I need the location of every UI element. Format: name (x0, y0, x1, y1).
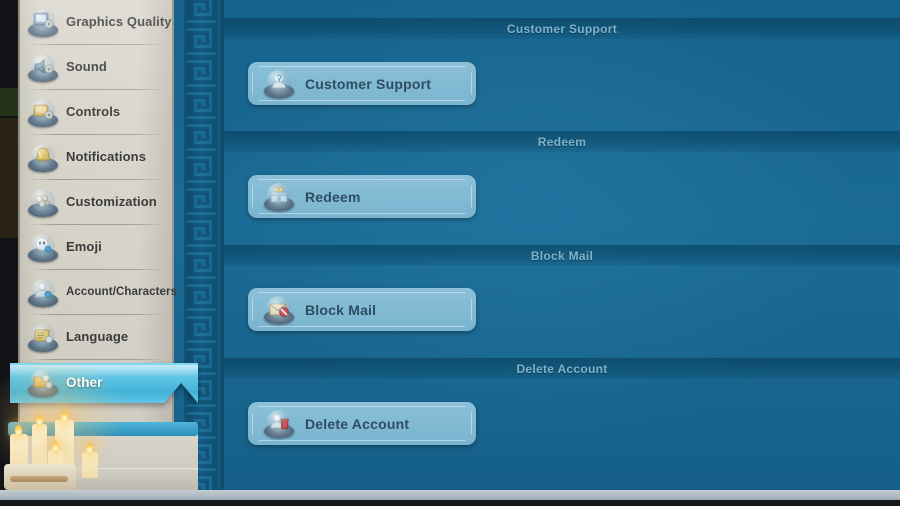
backdrop-accent-amber (0, 118, 18, 238)
sidebar-item-controls[interactable]: Controls (20, 90, 172, 135)
settings-content: Customer Support Customer Support Redeem … (224, 0, 900, 492)
button-label: Customer Support (305, 75, 432, 92)
gamepad-gear-icon (28, 98, 58, 128)
button-label: Block Mail (305, 301, 377, 318)
sidebar-item-customization[interactable]: Customization (20, 180, 172, 225)
language-book-icon (28, 323, 58, 353)
sidebar-item-label: Emoji (66, 239, 102, 255)
section-header: Block Mail (224, 245, 900, 266)
bottom-dark-strip (0, 500, 900, 506)
monitor-gear-icon (28, 8, 58, 38)
sidebar-item-label: Sound (66, 59, 107, 75)
greek-key-border (184, 0, 224, 492)
settings-screen: Graphics Quality Sound Controls Notifica… (0, 0, 900, 506)
sidebar-item-account-characters[interactable]: Account/Characters (20, 270, 177, 315)
rope-decor (10, 476, 68, 482)
support-question-icon (264, 69, 294, 99)
section-header-label: Redeem (537, 134, 587, 149)
delete-account-trash-icon (264, 409, 294, 439)
sidebar-item-label: Account/Characters (66, 286, 178, 299)
sidebar-item-label: Controls (66, 104, 121, 120)
button-content: Block Mail (248, 288, 476, 331)
sidebar-item-notifications[interactable]: Notifications (20, 135, 172, 180)
button-content: Delete Account (248, 402, 476, 445)
block-mail-button[interactable]: Block Mail (248, 288, 476, 331)
button-content: Customer Support (248, 62, 476, 105)
sidebar-item-sound[interactable]: Sound (20, 45, 172, 90)
sidebar-item-list: Graphics Quality Sound Controls Notifica… (10, 0, 198, 405)
section-header: Customer Support (224, 18, 900, 39)
section-header-label: Customer Support (506, 21, 618, 36)
sidebar-item-other[interactable]: Other (10, 360, 198, 405)
button-label: Delete Account (305, 415, 410, 432)
blocked-envelope-icon (264, 295, 294, 325)
sidebar-item-graphics-quality[interactable]: Graphics Quality (20, 0, 172, 45)
button-label: Redeem (305, 188, 361, 205)
redeem-button[interactable]: Redeem (248, 175, 476, 218)
bell-icon (28, 143, 58, 173)
section-header: Delete Account (224, 358, 900, 379)
backdrop-accent-green (0, 88, 20, 116)
account-person-icon (28, 278, 58, 308)
button-content: Redeem (248, 175, 476, 218)
customer-support-button[interactable]: Customer Support (248, 62, 476, 105)
section-header-label: Block Mail (530, 248, 594, 263)
other-folder-icon (28, 368, 58, 398)
sidebar-item-emoji[interactable]: Emoji (20, 225, 172, 270)
section-header-label: Delete Account (516, 361, 608, 376)
sidebar-item-label: Language (66, 329, 129, 345)
delete-account-button[interactable]: Delete Account (248, 402, 476, 445)
emoji-face-icon (28, 233, 58, 263)
palette-icon (28, 188, 58, 218)
sidebar-item-label: Notifications (66, 149, 147, 165)
sidebar-item-label: Other (66, 374, 103, 390)
sidebar-item-label: Customization (66, 194, 157, 210)
sidebar-item-label: Graphics Quality (66, 14, 172, 30)
section-header: Redeem (224, 131, 900, 152)
gift-box-icon (264, 182, 294, 212)
sidebar-item-language[interactable]: Language (20, 315, 172, 360)
speaker-gear-icon (28, 53, 58, 83)
